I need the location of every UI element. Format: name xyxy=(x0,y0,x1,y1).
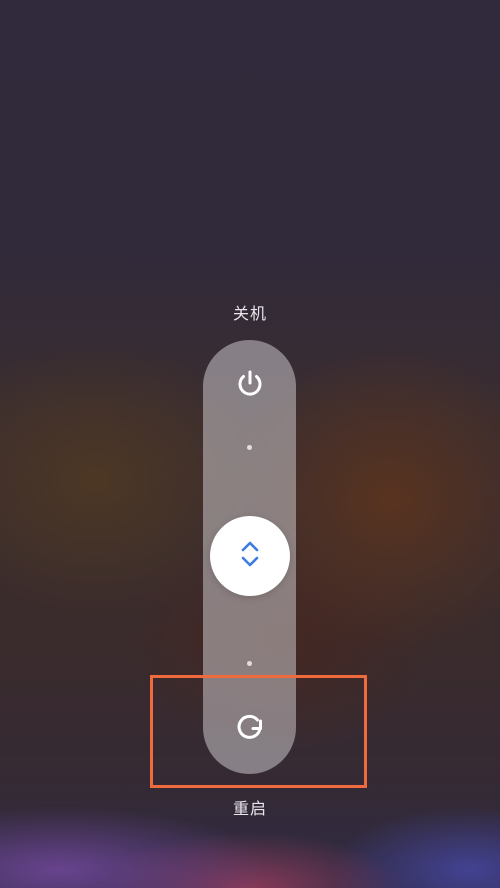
restart-highlight-box xyxy=(150,675,367,788)
power-icon[interactable] xyxy=(230,364,270,404)
track-dot-bottom xyxy=(247,661,252,666)
chevron-up-down-icon xyxy=(239,539,261,573)
slider-handle[interactable] xyxy=(210,516,290,596)
restart-label: 重启 xyxy=(232,799,267,818)
power-off-label: 关机 xyxy=(232,304,267,323)
track-dot-top xyxy=(247,445,252,450)
